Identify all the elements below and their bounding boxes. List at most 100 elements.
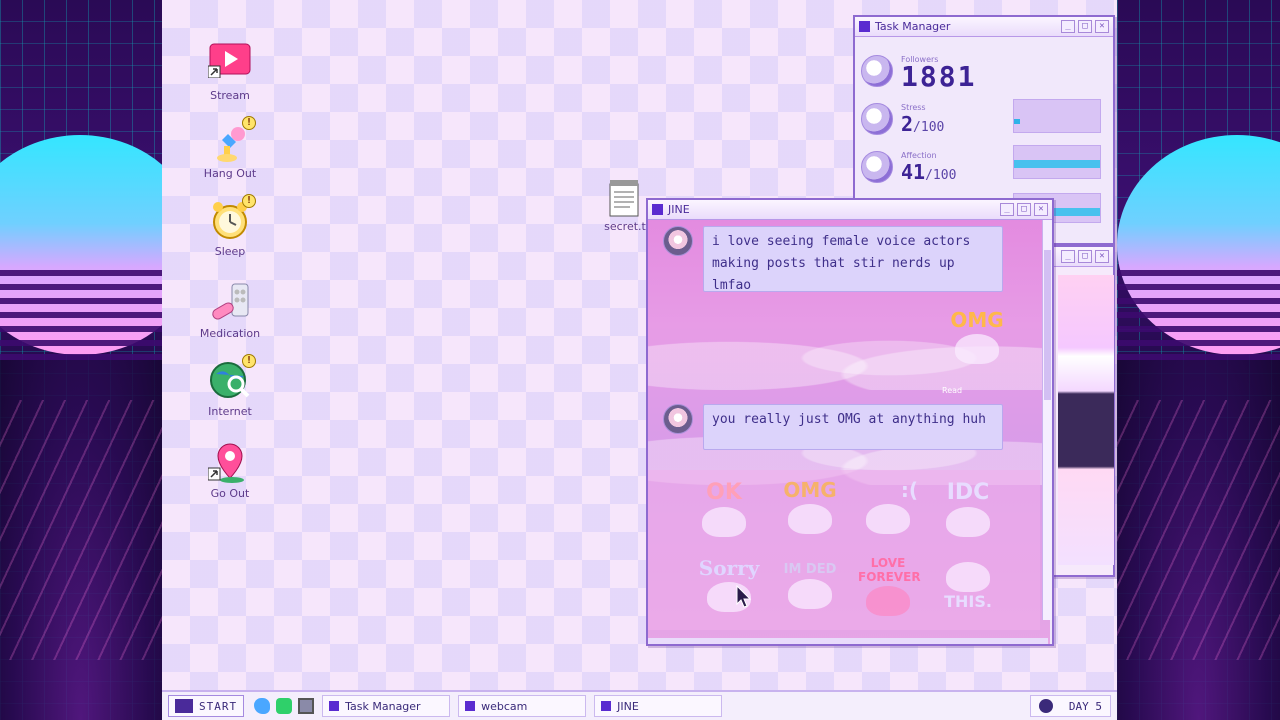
cat-icon <box>788 504 832 534</box>
desktop-icon-label: Internet <box>208 405 252 418</box>
window-icon <box>601 701 612 711</box>
desktop: Stream ! Hang Out ! Sleep Medication ! I… <box>162 0 1117 690</box>
notepad-icon <box>605 180 645 220</box>
sticker-text: :( <box>900 478 918 502</box>
quick-launch <box>254 698 315 714</box>
sticker-this[interactable]: THIS. <box>928 560 1008 611</box>
desktop-icon-label: Go Out <box>210 487 250 500</box>
sticker-text: Sorry <box>698 556 760 580</box>
scrollbar-thumb[interactable] <box>1044 250 1051 400</box>
medication-icon <box>208 280 252 324</box>
mouse-cursor-icon <box>736 585 752 608</box>
taskbar-item-label: webcam <box>481 699 528 713</box>
minimize-button[interactable]: _ <box>1061 250 1075 263</box>
webcam-view <box>1058 275 1114 565</box>
stress-meter-fill <box>1014 119 1021 124</box>
taskbar-item-jine[interactable]: JINE <box>594 695 723 717</box>
desktop-icon-internet[interactable]: ! Internet <box>190 354 270 418</box>
avatar <box>861 151 893 183</box>
desktop-icon-sleep[interactable]: ! Sleep <box>190 194 270 258</box>
stress-meter <box>1013 99 1101 133</box>
jine-titlebar[interactable]: JINE _ □ ✕ <box>648 200 1052 220</box>
stress-max: /100 <box>913 120 945 135</box>
resize-grip[interactable] <box>648 638 1048 644</box>
affection-label: Affection <box>901 151 937 160</box>
maximize-button[interactable]: □ <box>1078 250 1092 263</box>
followers-value: 1881 <box>901 60 977 93</box>
webcam-window: _ □ ✕ <box>1052 245 1115 577</box>
desktop-icon-medication[interactable]: Medication <box>190 280 270 340</box>
cat-icon <box>788 579 832 609</box>
monitor-icon[interactable] <box>298 698 315 714</box>
start-button[interactable]: START <box>168 695 245 717</box>
window-icon <box>329 701 340 711</box>
sticker-idc[interactable]: IDC <box>928 480 1008 537</box>
notification-badge: ! <box>242 116 256 130</box>
avatar <box>663 404 693 434</box>
cat-icon <box>702 507 746 537</box>
heart-icon <box>866 586 910 616</box>
avatar <box>861 103 893 135</box>
sleep-icon: ! <box>208 194 256 242</box>
desktop-icon-stream[interactable]: Stream <box>190 42 270 102</box>
close-button[interactable]: ✕ <box>1095 20 1109 33</box>
read-receipt: Read <box>942 386 963 395</box>
avatar <box>663 226 693 256</box>
desktop-icon-label: Sleep <box>214 245 246 258</box>
desktop-icon-hang-out[interactable]: ! Hang Out <box>190 116 270 180</box>
cat-icon <box>866 504 910 534</box>
task-manager-titlebar[interactable]: Task Manager _ □ ✕ <box>855 17 1113 37</box>
stress-value: 2 <box>901 112 914 136</box>
cat-icon <box>946 507 990 537</box>
sticker-sad[interactable]: :( <box>848 478 928 534</box>
taskbar-item-task-manager[interactable]: Task Manager <box>322 695 451 717</box>
sticker-im-ded[interactable]: IM DED <box>770 562 850 609</box>
maximize-button[interactable]: □ <box>1017 203 1031 216</box>
stress-stat: Stress 2/100 <box>861 103 944 136</box>
moon-icon <box>1038 699 1053 713</box>
day-indicator: DAY 5 <box>1029 695 1111 717</box>
notification-badge: ! <box>242 194 256 208</box>
notification-badge: ! <box>242 354 256 368</box>
right-background-art <box>1117 0 1280 720</box>
sticker-text: OMG <box>950 308 1004 332</box>
start-label: START <box>199 699 238 713</box>
desktop-icon-label: Stream <box>210 89 250 102</box>
sticker-text: OMG <box>783 478 837 502</box>
taskbar-item-label: JINE <box>617 699 639 713</box>
bird-icon[interactable] <box>254 698 271 714</box>
chat-icon[interactable] <box>276 698 293 714</box>
sticker-love-forever[interactable]: LOVE FOREVER <box>848 556 928 616</box>
chat-scrollbar[interactable] <box>1042 220 1052 620</box>
internet-icon: ! <box>208 354 256 402</box>
taskbar-item-webcam[interactable]: webcam <box>458 695 587 717</box>
affection-meter <box>1013 145 1101 179</box>
sticker-sorry[interactable]: Sorry <box>684 556 774 612</box>
jine-chat-window: JINE _ □ ✕ i love seeing female voice ac… <box>646 198 1054 646</box>
day-label: DAY 5 <box>1068 699 1102 713</box>
affection-meter-fill <box>1014 160 1100 168</box>
cat-icon <box>946 562 990 592</box>
close-button[interactable]: ✕ <box>1034 203 1048 216</box>
sticker-panel: OK OMG :( IDC Sorry IM DED LOVE FOREVER … <box>648 470 1040 630</box>
minimize-button[interactable]: _ <box>1000 203 1014 216</box>
affection-max: /100 <box>925 168 957 183</box>
sticker-text: OK <box>706 480 742 505</box>
taskbar: START Task Manager webcam JINE DAY 5 <box>162 690 1117 720</box>
chat-message: you really just OMG at anything huh <box>703 404 1003 450</box>
webcam-titlebar[interactable]: _ □ ✕ <box>1054 247 1113 267</box>
sticker-omg[interactable]: OMG <box>770 478 850 534</box>
sticker-ok[interactable]: OK <box>684 480 764 537</box>
maximize-button[interactable]: □ <box>1078 20 1092 33</box>
desktop-icon-label: Medication <box>199 327 261 340</box>
chat-message: i love seeing female voice actors making… <box>703 226 1003 293</box>
affection-value: 41 <box>901 160 926 184</box>
go-out-icon <box>207 440 252 484</box>
desktop-icon-go-out[interactable]: Go Out <box>190 440 270 500</box>
window-icon <box>465 701 476 711</box>
minimize-button[interactable]: _ <box>1061 20 1075 33</box>
chat-area[interactable]: i love seeing female voice actors making… <box>648 220 1050 644</box>
avatar <box>861 55 893 87</box>
close-button[interactable]: ✕ <box>1095 250 1109 263</box>
sticker-text: IDC <box>946 480 990 505</box>
